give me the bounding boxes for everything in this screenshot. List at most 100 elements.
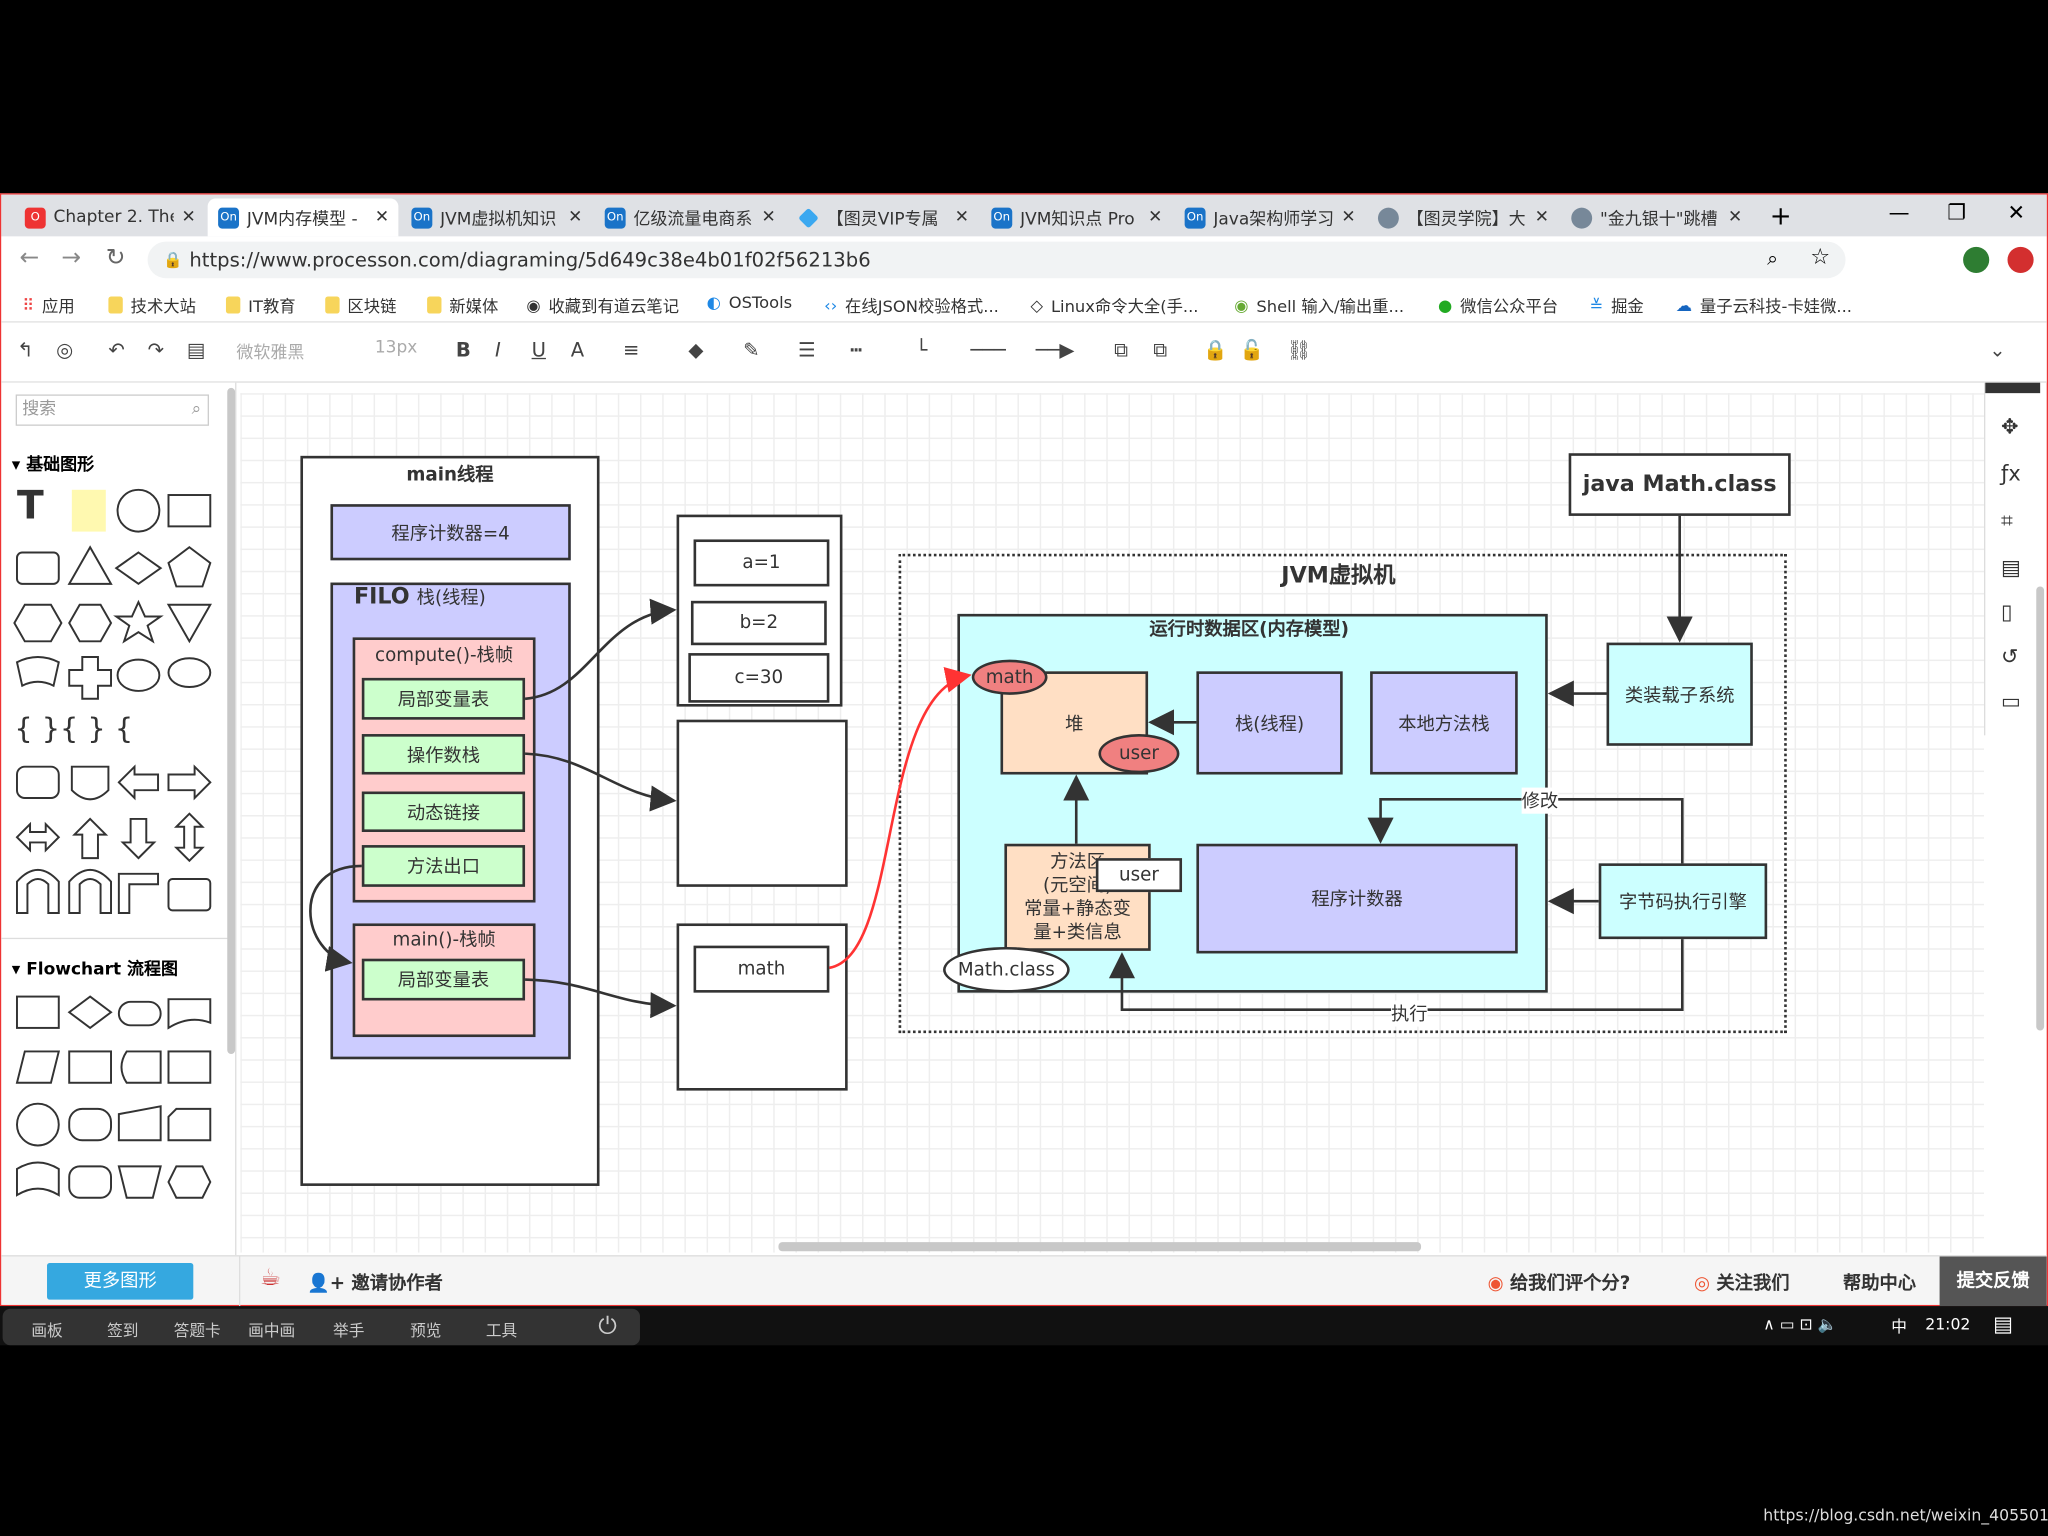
- page-icon[interactable]: ▤: [2001, 555, 2021, 580]
- pc4-box[interactable]: 程序计数器=4: [330, 504, 571, 561]
- bookmark[interactable]: 新媒体: [427, 293, 498, 318]
- bookmark[interactable]: ☁ 量子云科技-卡娃微...: [1676, 293, 1852, 318]
- tab-4[interactable]: 【图灵VIP专属 ✕: [788, 199, 979, 237]
- power-icon[interactable]: ⏻: [598, 1313, 617, 1340]
- basic-shapes-grid[interactable]: T { }{ } {: [1, 477, 230, 921]
- connector-icon[interactable]: └: [916, 338, 928, 362]
- main-local-vars-box[interactable]: 局部变量表: [361, 958, 526, 1001]
- line-style-icon[interactable]: ┅: [850, 338, 862, 362]
- engine-box[interactable]: 字节码执行引擎: [1598, 863, 1768, 940]
- extension-icon[interactable]: [2007, 246, 2034, 273]
- fill-icon[interactable]: ◆: [688, 338, 703, 362]
- comment-icon[interactable]: ▭: [2001, 688, 2021, 713]
- arrow-end-icon[interactable]: ──▶: [1036, 338, 1075, 362]
- tray-icons[interactable]: ∧ ▭ ⊡ 🔈: [1763, 1315, 1837, 1333]
- bookmark[interactable]: ≚ 掘金: [1590, 293, 1644, 318]
- bookmark[interactable]: ◇ Linux命令大全(手...: [1031, 293, 1199, 318]
- heap-user-oval[interactable]: user: [1098, 734, 1180, 774]
- dynamic-link-box[interactable]: 动态链接: [361, 791, 526, 832]
- tab-7[interactable]: 【图灵学院】大 ✕: [1368, 199, 1559, 237]
- operand-stack-box[interactable]: 操作数栈: [361, 734, 526, 775]
- feedback-button[interactable]: 提交反馈: [1939, 1256, 2047, 1307]
- pc-box[interactable]: 程序计数器: [1196, 843, 1518, 954]
- search-input[interactable]: 搜索 ⌕: [15, 394, 209, 426]
- local-vars-box[interactable]: 局部变量表: [361, 677, 526, 720]
- search-icon[interactable]: ⌕: [192, 396, 202, 425]
- bookmark[interactable]: ◉ 收藏到有道云笔记: [526, 293, 679, 318]
- close-icon[interactable]: ✕: [761, 208, 785, 228]
- lock-icon[interactable]: 🔒: [1203, 338, 1227, 362]
- back-to-list-icon[interactable]: ↰: [17, 338, 33, 362]
- help-button[interactable]: 帮助中心: [1843, 1270, 1916, 1296]
- taskbar-item[interactable]: 工具: [486, 1319, 517, 1341]
- tab-5[interactable]: On JVM知识点 Pro ✕: [981, 199, 1172, 237]
- italic-icon[interactable]: I: [495, 338, 501, 362]
- redo-icon[interactable]: ↷: [148, 338, 164, 362]
- star-icon[interactable]: ☆: [1810, 244, 1830, 270]
- tab-3[interactable]: On 亿级流量电商系 ✕: [594, 199, 785, 237]
- operand-stack-area[interactable]: [676, 719, 848, 887]
- bookmark[interactable]: ● 微信公众平台: [1438, 293, 1558, 318]
- navigator-icon[interactable]: ✥: [2001, 414, 2019, 439]
- close-window-button[interactable]: ✕: [2008, 200, 2026, 225]
- close-icon[interactable]: ✕: [1148, 208, 1172, 228]
- var-c-box[interactable]: c=30: [688, 653, 830, 703]
- bring-front-icon[interactable]: ⧉: [1114, 338, 1128, 362]
- forward-icon[interactable]: →: [61, 244, 81, 271]
- selected-user-box[interactable]: user: [1095, 858, 1183, 893]
- document-icon[interactable]: ▯: [2001, 600, 2013, 625]
- link-icon[interactable]: ⛓: [1287, 338, 1312, 362]
- taskbar-item[interactable]: 举手: [333, 1319, 364, 1341]
- close-icon[interactable]: ✕: [1728, 208, 1752, 228]
- bookmark[interactable]: ◉ Shell 输入/输出重...: [1234, 293, 1404, 318]
- reload-icon[interactable]: ↻: [106, 244, 126, 271]
- math-var-box[interactable]: math: [693, 945, 830, 993]
- ime-indicator[interactable]: 中: [1891, 1315, 1907, 1337]
- url-input[interactable]: 🔒 https://www.processon.com/diagraming/5d…: [147, 241, 1846, 279]
- close-icon[interactable]: ✕: [1535, 208, 1559, 228]
- invite-button[interactable]: 👤+ 邀请协作者: [307, 1270, 443, 1296]
- taskbar-item[interactable]: 签到: [107, 1319, 138, 1341]
- bookmark[interactable]: ◐ OSTools: [707, 293, 793, 313]
- bookmark[interactable]: 区块链: [325, 293, 396, 318]
- zoom-icon[interactable]: ⌕: [1767, 247, 1778, 271]
- tab-6[interactable]: On Java架构师学习 ✕: [1174, 199, 1365, 237]
- brush-icon[interactable]: ▤: [187, 338, 206, 362]
- tab-2[interactable]: On JVM虚拟机知识 ✕: [401, 199, 592, 237]
- taskbar-item[interactable]: 画板: [31, 1319, 62, 1341]
- taskbar-item[interactable]: 画中画: [248, 1319, 295, 1341]
- line-color-icon[interactable]: ✎: [743, 338, 759, 362]
- font-color-icon[interactable]: A: [571, 338, 584, 362]
- bold-icon[interactable]: B: [456, 338, 471, 362]
- close-icon[interactable]: ✕: [568, 208, 592, 228]
- bookmark-apps[interactable]: ⠿ 应用: [22, 293, 74, 318]
- var-a-box[interactable]: a=1: [693, 539, 830, 587]
- close-icon[interactable]: ✕: [1341, 208, 1365, 228]
- diagram-canvas[interactable]: main线程 程序计数器=4 FILO 栈(线程) compute()-栈帧 局…: [240, 393, 1984, 1253]
- crop-icon[interactable]: ⌗: [2001, 508, 2013, 534]
- clock[interactable]: 21:02: [1925, 1315, 1970, 1333]
- class-loader-box[interactable]: 类装载子系统: [1606, 642, 1753, 746]
- font-size-select[interactable]: 13px: [375, 338, 417, 358]
- more-shapes-button[interactable]: 更多图形: [47, 1263, 194, 1300]
- sidebar-scrollbar[interactable]: [227, 387, 236, 1055]
- minimize-button[interactable]: —: [1889, 200, 1910, 225]
- tab-1[interactable]: On JVM内存模型 - ✕: [207, 198, 399, 237]
- stack-box[interactable]: 栈(线程): [1196, 671, 1343, 775]
- taskbar-item[interactable]: 答题卡: [174, 1319, 221, 1341]
- line-start-icon[interactable]: ───: [970, 338, 1005, 362]
- new-tab-button[interactable]: +: [1770, 200, 1792, 231]
- history-icon[interactable]: ↺: [2001, 644, 2019, 669]
- tab-0[interactable]: O Chapter 2. The ✕: [14, 199, 205, 237]
- line-width-icon[interactable]: ☰: [798, 338, 816, 362]
- tab-8[interactable]: "金九银十"跳槽 ✕: [1561, 199, 1752, 237]
- follow-button[interactable]: ◎ 关注我们: [1694, 1270, 1789, 1296]
- vertical-scrollbar[interactable]: [2036, 586, 2045, 1031]
- heap-math-oval[interactable]: math: [971, 659, 1048, 695]
- unlock-icon[interactable]: 🔓: [1240, 338, 1264, 362]
- underline-icon[interactable]: U: [532, 338, 546, 362]
- taskbar-item[interactable]: 预览: [410, 1319, 441, 1341]
- math-class-oval[interactable]: Math.class: [943, 946, 1070, 993]
- section-basic-shapes[interactable]: ▾ 基础图形: [12, 451, 94, 476]
- method-exit-box[interactable]: 方法出口: [361, 845, 526, 887]
